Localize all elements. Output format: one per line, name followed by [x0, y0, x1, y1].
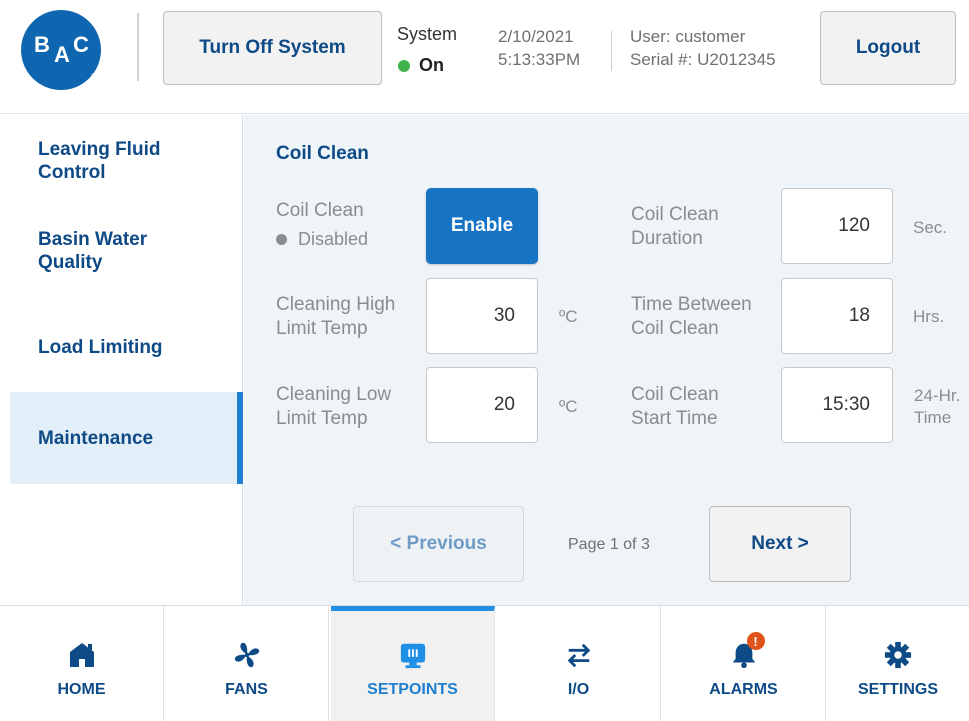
start-time-unit: 24-Hr. Time: [914, 385, 960, 429]
nav-settings[interactable]: SETTINGS: [827, 606, 969, 721]
start-time-label-line1: Coil Clean: [631, 384, 719, 405]
sidebar-item-label: Leaving Fluid Control: [38, 139, 161, 183]
low-limit-label: Cleaning Low Limit Temp: [276, 383, 391, 431]
main-panel: Coil Clean Coil Clean Disabled Enable Cl…: [244, 115, 969, 605]
nav-io-label: I/O: [567, 681, 590, 698]
nav-setpoints[interactable]: SETPOINTS: [331, 606, 495, 721]
nav-home[interactable]: HOME: [0, 606, 164, 721]
time-between-label: Time Between Coil Clean: [631, 293, 752, 341]
low-limit-label-line2: Limit Temp: [276, 408, 368, 429]
high-limit-label-line2: Limit Temp: [276, 318, 368, 339]
status-disabled-dot-icon: [276, 234, 287, 245]
low-limit-unit: ºC: [559, 397, 578, 416]
fan-icon: [233, 641, 261, 669]
high-limit-temp-field[interactable]: 30: [426, 278, 538, 354]
logo-letter-b: B: [34, 32, 50, 57]
turn-off-system-button[interactable]: Turn Off System: [163, 11, 382, 85]
time-between-unit: Hrs.: [913, 307, 945, 326]
bottom-nav: HOME FANS SETPOINTS I/O ! ALARMS SETTING…: [0, 605, 969, 721]
sidebar-item-leaving-fluid-control[interactable]: Leaving Fluid Control: [0, 133, 243, 189]
nav-alarms[interactable]: ! ALARMS: [662, 606, 826, 721]
system-status: On: [398, 55, 444, 76]
nav-setpoints-label: SETPOINTS: [367, 681, 458, 698]
bac-logo: B A C ®: [21, 10, 101, 90]
header-info-divider: [611, 31, 612, 71]
sidebar-item-label: Maintenance: [38, 427, 154, 449]
sidebar-item-maintenance[interactable]: Maintenance: [10, 392, 243, 484]
nav-io[interactable]: I/O: [497, 606, 661, 721]
start-time-unit-line1: 24-Hr.: [914, 386, 961, 405]
time-between-label-line1: Time Between: [631, 294, 752, 315]
duration-label-line1: Coil Clean: [631, 204, 719, 225]
io-arrows-icon: [565, 641, 593, 669]
low-limit-temp-field[interactable]: 20: [426, 367, 538, 443]
date-text: 2/10/2021: [498, 27, 574, 46]
section-title: Coil Clean: [276, 143, 369, 164]
gear-icon: [884, 641, 912, 669]
previous-button[interactable]: < Previous: [353, 506, 524, 582]
time-between-field[interactable]: 18: [781, 278, 893, 354]
home-icon: [68, 641, 96, 669]
alarm-badge: !: [746, 632, 765, 650]
page-indicator: Page 1 of 3: [568, 536, 650, 553]
header-divider: [137, 13, 139, 81]
duration-label-line2: Duration: [631, 228, 703, 249]
bell-icon: !: [730, 632, 765, 669]
sidebar-item-label: Basin Water Quality: [38, 229, 148, 273]
coil-clean-status-text: Disabled: [298, 229, 369, 249]
start-time-unit-line2: Time: [914, 408, 952, 427]
logo-registered-mark: ®: [91, 72, 97, 81]
status-on-dot-icon: [398, 59, 410, 72]
duration-label: Coil Clean Duration: [631, 203, 719, 251]
nav-home-label: HOME: [57, 681, 106, 698]
nav-fans-label: FANS: [225, 681, 268, 698]
header: B A C ® Turn Off System System On 2/10/2…: [0, 0, 969, 114]
serial-text: Serial #: U2012345: [630, 50, 776, 69]
sidebar-item-load-limiting[interactable]: Load Limiting: [0, 319, 243, 375]
setpoints-icon: [399, 641, 427, 669]
start-time-label-line2: Start Time: [631, 408, 718, 429]
sidebar-item-basin-water-quality[interactable]: Basin Water Quality: [0, 223, 243, 279]
system-label: System: [397, 24, 458, 44]
user-text: User: customer: [630, 27, 746, 46]
start-time-field[interactable]: 15:30: [781, 367, 893, 443]
coil-clean-status: Disabled: [276, 229, 368, 250]
high-limit-unit: ºC: [559, 307, 578, 326]
nav-settings-label: SETTINGS: [857, 681, 938, 698]
nav-fans[interactable]: FANS: [165, 606, 329, 721]
system-status-text: On: [419, 55, 444, 75]
duration-field[interactable]: 120: [781, 188, 893, 264]
start-time-label: Coil Clean Start Time: [631, 383, 719, 431]
sidebar-item-label: Load Limiting: [38, 336, 163, 358]
high-limit-label-line1: Cleaning High: [276, 294, 396, 315]
sidebar: Leaving Fluid Control Basin Water Qualit…: [0, 115, 243, 605]
enable-button[interactable]: Enable: [426, 188, 538, 264]
next-button[interactable]: Next >: [709, 506, 851, 582]
logout-button[interactable]: Logout: [820, 11, 956, 85]
logo-letter-a: A: [54, 42, 70, 67]
low-limit-label-line1: Cleaning Low: [276, 384, 392, 405]
time-between-label-line2: Coil Clean: [631, 318, 719, 339]
high-limit-label: Cleaning High Limit Temp: [276, 293, 395, 341]
logo-letter-c: C: [73, 32, 89, 57]
coil-clean-label: Coil Clean: [276, 200, 364, 221]
time-text: 5:13:33PM: [498, 50, 581, 69]
duration-unit: Sec.: [913, 218, 948, 237]
nav-alarms-label: ALARMS: [709, 681, 778, 698]
